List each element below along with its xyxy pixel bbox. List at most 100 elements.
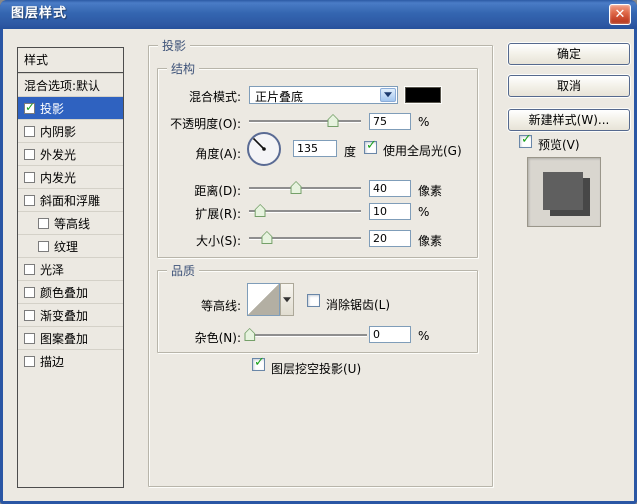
sidebar-item-inner-shadow[interactable]: 内阴影 [18, 119, 123, 142]
slider-thumb[interactable] [261, 231, 273, 244]
check-icon: ✓ [521, 132, 532, 147]
layer-style-dialog: 图层样式 ✕ 样式 混合选项:默认 ✓ 投影 内阴影 外发光 内发光 斜面和浮雕… [0, 0, 637, 504]
sidebar-item-satin[interactable]: 光泽 [18, 257, 123, 280]
blend-mode-select[interactable]: 正片叠底 [249, 86, 398, 104]
slider-track[interactable] [246, 334, 367, 336]
sidebar-item-contour[interactable]: 等高线 [18, 211, 123, 234]
anti-alias-checkbox[interactable] [307, 294, 320, 307]
slider-thumb[interactable] [327, 114, 339, 127]
angle-input[interactable] [293, 140, 337, 157]
checkbox-stroke[interactable] [24, 355, 35, 367]
sidebar-item-label: 内发光 [40, 170, 77, 185]
panel-legend: 投影 [158, 37, 191, 54]
checkbox-bevel-emboss[interactable] [24, 194, 35, 206]
blend-mode-value: 正片叠底 [255, 90, 304, 104]
preview-checkbox[interactable]: ✓ [519, 132, 532, 148]
sidebar-item-label: 图案叠加 [40, 331, 89, 346]
cancel-button[interactable]: 取消 [508, 75, 630, 97]
styles-list: 样式 混合选项:默认 ✓ 投影 内阴影 外发光 内发光 斜面和浮雕 等高线 纹理… [17, 47, 124, 488]
sidebar-item-bevel-emboss[interactable]: 斜面和浮雕 [18, 188, 123, 211]
preview-square [543, 172, 583, 210]
sidebar-item-color-overlay[interactable]: 颜色叠加 [18, 280, 123, 303]
spread-label: 扩展(R): [195, 207, 241, 221]
checkbox-gradient-overlay[interactable] [24, 309, 35, 321]
slider-track[interactable] [249, 210, 361, 212]
checkbox-contour[interactable] [38, 217, 49, 229]
check-icon: ✓ [25, 99, 36, 114]
contour-picker-button[interactable] [280, 283, 294, 316]
layer-knockout-checkbox[interactable]: ✓ [252, 356, 265, 371]
sidebar-item-texture[interactable]: 纹理 [18, 234, 123, 257]
checkbox-outer-glow[interactable] [24, 148, 35, 160]
preview-label: 预览(V) [538, 138, 580, 152]
sidebar-item-label: 颜色叠加 [40, 285, 89, 300]
sidebar-item-label: 渐变叠加 [40, 308, 89, 323]
use-global-light-label: 使用全局光(G) [383, 144, 462, 158]
blend-mode-label: 混合模式: [188, 90, 241, 104]
slider-track[interactable] [249, 120, 361, 122]
size-label: 大小(S): [195, 234, 241, 248]
spread-input[interactable] [369, 203, 411, 220]
sidebar-item-label: 外发光 [40, 147, 77, 162]
quality-legend: 品质 [167, 262, 200, 279]
distance-slider[interactable] [249, 181, 361, 194]
size-input[interactable] [369, 230, 411, 247]
checkbox-inner-glow[interactable] [24, 171, 35, 183]
sidebar-item-stroke[interactable]: 描边 [18, 349, 123, 372]
distance-input[interactable] [369, 180, 411, 197]
slider-thumb[interactable] [244, 328, 256, 341]
checkbox-drop-shadow[interactable]: ✓ [24, 99, 36, 114]
contour-label: 等高线: [200, 299, 241, 313]
noise-slider[interactable] [244, 328, 367, 341]
shadow-color-swatch[interactable] [405, 87, 441, 103]
size-slider[interactable] [249, 231, 361, 244]
distance-label: 距离(D): [194, 184, 241, 198]
styles-list-header: 样式 [18, 48, 123, 73]
dialog-title: 图层样式 [11, 6, 68, 21]
chevron-down-icon [283, 296, 291, 306]
angle-dial[interactable] [246, 131, 282, 167]
close-button[interactable]: ✕ [609, 4, 631, 25]
checkbox-pattern-overlay[interactable] [24, 332, 35, 344]
slider-thumb[interactable] [290, 181, 302, 194]
size-unit: 像素 [418, 234, 443, 248]
sidebar-item-pattern-overlay[interactable]: 图案叠加 [18, 326, 123, 349]
check-icon: ✓ [366, 138, 377, 153]
angle-label: 角度(A): [195, 147, 241, 161]
use-global-light-checkbox[interactable]: ✓ [364, 138, 377, 154]
sidebar-item-label: 投影 [40, 101, 65, 116]
title-bar[interactable]: 图层样式 ✕ [0, 0, 637, 29]
sidebar-item-label: 内阴影 [40, 124, 77, 139]
opacity-slider[interactable] [249, 114, 361, 127]
opacity-label: 不透明度(O): [170, 117, 241, 131]
style-preview-thumbnail [527, 157, 601, 227]
slider-thumb[interactable] [254, 204, 266, 217]
checkbox-texture[interactable] [38, 240, 49, 252]
ok-button[interactable]: 确定 [508, 43, 630, 65]
noise-unit: % [418, 329, 430, 343]
spread-slider[interactable] [249, 204, 361, 217]
sidebar-item-outer-glow[interactable]: 外发光 [18, 142, 123, 165]
checkbox-inner-shadow[interactable] [24, 125, 35, 137]
layer-knockout-label: 图层挖空投影(U) [271, 362, 362, 376]
sidebar-item-label: 描边 [40, 354, 65, 369]
contour-preset-thumbnail[interactable] [247, 283, 280, 316]
opacity-input[interactable] [369, 113, 411, 130]
checkbox-satin[interactable] [24, 263, 35, 275]
anti-alias-label: 消除锯齿(L) [326, 298, 391, 312]
new-style-button[interactable]: 新建样式(W)... [508, 109, 630, 131]
sidebar-item-inner-glow[interactable]: 内发光 [18, 165, 123, 188]
checkbox-color-overlay[interactable] [24, 286, 35, 298]
angle-unit: 度 [344, 145, 357, 159]
noise-label: 杂色(N): [194, 331, 241, 345]
sidebar-item-label: 混合选项:默认 [24, 78, 101, 93]
noise-input[interactable] [369, 326, 411, 343]
sidebar-item-blending-options[interactable]: 混合选项:默认 [18, 73, 123, 96]
spread-unit: % [418, 205, 430, 219]
sidebar-item-gradient-overlay[interactable]: 渐变叠加 [18, 303, 123, 326]
combo-arrow-button[interactable] [380, 88, 396, 102]
opacity-unit: % [418, 115, 430, 129]
slider-track[interactable] [249, 187, 361, 189]
sidebar-item-label: 等高线 [54, 216, 91, 231]
sidebar-item-drop-shadow[interactable]: ✓ 投影 [18, 96, 123, 119]
